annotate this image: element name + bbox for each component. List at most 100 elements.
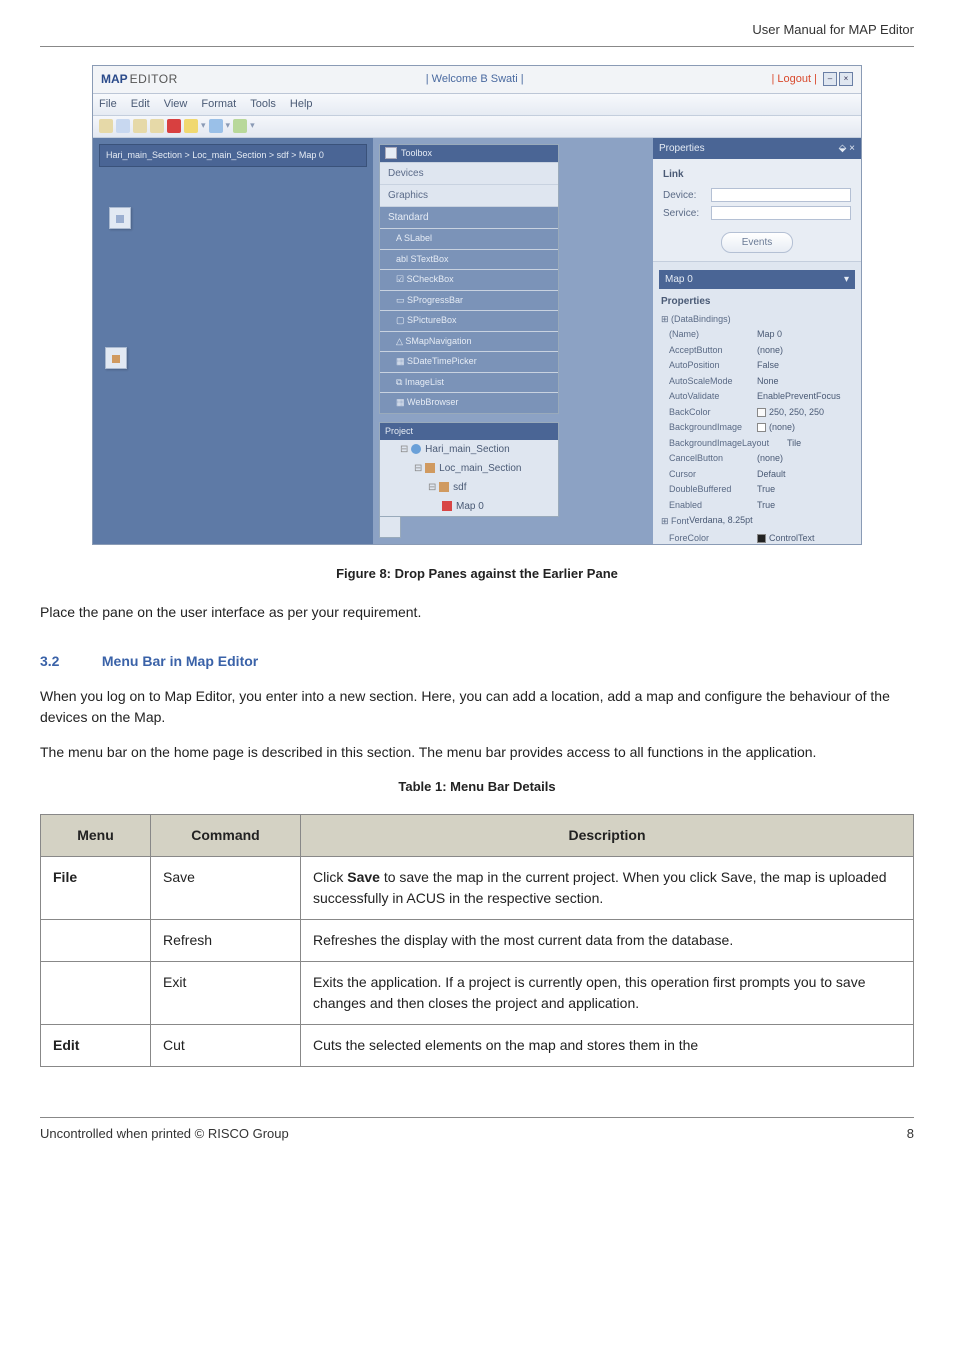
prop-category[interactable]: ⊞ Font [659, 514, 689, 530]
propgrid-header: Properties [659, 291, 855, 312]
toolbar-cut-icon[interactable] [116, 119, 130, 133]
properties-header: Properties ⬙ × [653, 138, 861, 159]
prop-val[interactable]: (none) [757, 344, 855, 358]
panel-pin-icon[interactable] [379, 516, 401, 538]
minimize-icon[interactable]: – [823, 72, 837, 86]
logout-link[interactable]: | Logout | [772, 71, 817, 88]
menu-format[interactable]: Format [201, 96, 236, 113]
table-cell: Edit [41, 1025, 151, 1067]
prop-val[interactable]: Default [757, 468, 855, 482]
prop-val[interactable]: True [757, 483, 855, 497]
toolbox-panel: Toolbox Devices Graphics Standard A SLab… [379, 144, 559, 414]
prop-key: BackColor [659, 406, 757, 420]
toolbox-item[interactable]: A SLabel [380, 228, 558, 249]
titlebar: MAP EDITOR | Welcome B Swati | | Logout … [93, 66, 861, 94]
toolbox-item[interactable]: ☑ SCheckBox [380, 269, 558, 290]
welcome-text: | Welcome B Swati | [178, 71, 772, 88]
table-header: Command [151, 815, 301, 857]
table-header: Description [301, 815, 914, 857]
tree-node-icon[interactable] [109, 207, 131, 229]
project-panel: Project ⊟ Hari_main_Section ⊟ Loc_main_S… [379, 422, 559, 518]
toolbox-standard[interactable]: Standard [380, 206, 558, 228]
menu-tools[interactable]: Tools [250, 96, 276, 113]
prop-val[interactable]: (none) [757, 452, 855, 466]
toolbar-redo-icon[interactable] [233, 119, 247, 133]
prop-val[interactable]: ControlText [757, 532, 855, 544]
toolbar-delete-icon[interactable] [167, 119, 181, 133]
prop-val[interactable]: EnablePreventFocus [757, 390, 855, 404]
table-cell: File [41, 857, 151, 920]
close-icon[interactable]: × [839, 72, 853, 86]
prop-val[interactable]: Map 0 [757, 328, 855, 342]
toolbar-new-icon[interactable] [99, 119, 113, 133]
prop-key: AutoValidate [659, 390, 757, 404]
toolbox-item[interactable]: ▭ SProgressBar [380, 290, 558, 311]
project-item[interactable]: ⊟ Loc_main_Section [380, 459, 558, 478]
prop-val[interactable]: 250, 250, 250 [757, 406, 855, 420]
events-button[interactable]: Events [721, 232, 794, 253]
toolbar-undo-icon[interactable] [209, 119, 223, 133]
prop-val[interactable]: (none) [757, 421, 855, 435]
table-cell [41, 962, 151, 1025]
center-panel: Toolbox Devices Graphics Standard A SLab… [373, 138, 653, 544]
brand-map: MAP [101, 70, 128, 88]
object-selector[interactable]: Map 0▾ [659, 270, 855, 289]
menu-edit[interactable]: Edit [131, 96, 150, 113]
table-row: File Save Click Save to save the map in … [41, 857, 914, 920]
tree-path: Hari_main_Section > Loc_main_Section > s… [99, 144, 367, 168]
menu-file[interactable]: File [99, 96, 117, 113]
dropdown-icon[interactable]: ▾ [844, 272, 849, 287]
app-screenshot: MAP EDITOR | Welcome B Swati | | Logout … [92, 65, 862, 545]
toolbox-item[interactable]: △ SMapNavigation [380, 331, 558, 352]
toolbox-graphics[interactable]: Graphics [380, 184, 558, 206]
prop-key: AcceptButton [659, 344, 757, 358]
menu-help[interactable]: Help [290, 96, 313, 113]
toolbox-item[interactable]: ▦ WebBrowser [380, 392, 558, 413]
prop-val[interactable]: Tile [787, 437, 855, 451]
prop-key: AutoScaleMode [659, 375, 757, 389]
prop-key: AutoPosition [659, 359, 757, 373]
toolbox-devices[interactable]: Devices [380, 162, 558, 184]
table-cell: Save [151, 857, 301, 920]
pin-icon[interactable]: ⬙ [839, 143, 847, 154]
device-input[interactable] [711, 188, 851, 202]
toolbox-header: Toolbox [380, 145, 558, 163]
section-number: 3.2 [40, 651, 98, 672]
close-panel-icon[interactable]: × [849, 143, 855, 154]
toolbar-copy-icon[interactable] [133, 119, 147, 133]
toolbar-hint-icon[interactable] [184, 119, 198, 133]
page-footer: Uncontrolled when printed © RISCO Group … [40, 1117, 914, 1144]
menu-view[interactable]: View [164, 96, 188, 113]
table-cell [41, 920, 151, 962]
toolbox-item[interactable]: ▦ SDateTimePicker [380, 351, 558, 372]
prop-key: Cursor [659, 468, 757, 482]
toolbox-item[interactable]: ⧉ ImageList [380, 372, 558, 393]
link-label: Link [663, 167, 851, 182]
properties-panel: Properties ⬙ × Link Device: Service: Eve… [653, 138, 861, 544]
tree-node-icon[interactable] [105, 347, 127, 369]
prop-category[interactable]: ⊞ (DataBindings) [659, 312, 855, 328]
menubar: File Edit View Format Tools Help [93, 94, 861, 116]
prop-val[interactable]: True [757, 499, 855, 513]
project-header: Project [380, 423, 558, 441]
page-header: User Manual for MAP Editor [40, 0, 914, 47]
toolbox-item[interactable]: abl STextBox [380, 249, 558, 270]
footer-left: Uncontrolled when printed © RISCO Group [40, 1124, 289, 1144]
prop-val[interactable]: Verdana, 8.25pt [689, 514, 855, 530]
toolbox-item[interactable]: ▢ SPictureBox [380, 310, 558, 331]
prop-val[interactable]: None [757, 375, 855, 389]
service-label: Service: [663, 206, 711, 221]
brand-editor: EDITOR [130, 70, 178, 88]
prop-key: Enabled [659, 499, 757, 513]
project-item[interactable]: Map 0 [380, 497, 558, 516]
prop-key: DoubleBuffered [659, 483, 757, 497]
table-cell: Cuts the selected elements on the map an… [301, 1025, 914, 1067]
toolbar-paste-icon[interactable] [150, 119, 164, 133]
prop-key: BackgroundImage [659, 421, 757, 435]
device-label: Device: [663, 188, 711, 203]
table-cell: Refreshes the display with the most curr… [301, 920, 914, 962]
project-item[interactable]: ⊟ Hari_main_Section [380, 440, 558, 459]
prop-val[interactable]: False [757, 359, 855, 373]
project-item[interactable]: ⊟ sdf [380, 478, 558, 497]
service-input[interactable] [711, 206, 851, 220]
